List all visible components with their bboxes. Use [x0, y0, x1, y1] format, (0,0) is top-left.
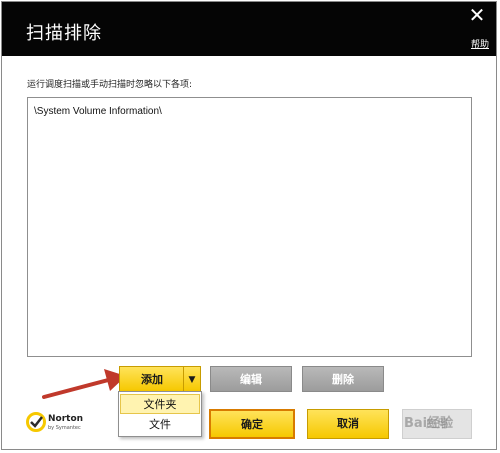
norton-sub: by Symantec: [48, 425, 81, 431]
norton-logo: Norton by Symantec: [26, 412, 96, 436]
list-item[interactable]: \System Volume Information\: [34, 106, 162, 117]
instruction-label: 运行调度扫描或手动扫描时忽略以下各项:: [27, 80, 193, 90]
edit-button[interactable]: 编辑: [210, 366, 292, 392]
menu-item-file[interactable]: 文件: [120, 415, 200, 435]
norton-name: Norton: [48, 414, 84, 424]
add-menu: 文件夹 文件: [118, 391, 202, 437]
delete-button[interactable]: 删除: [302, 366, 384, 392]
watermark: Bai经验: [404, 416, 454, 431]
dialog-title: 扫描排除: [26, 23, 102, 44]
ok-button[interactable]: 确定: [209, 409, 295, 439]
help-link[interactable]: 帮助: [471, 37, 489, 50]
menu-item-folder[interactable]: 文件夹: [120, 394, 200, 414]
add-button[interactable]: 添加: [119, 366, 185, 392]
add-dropdown-arrow-icon[interactable]: ▼: [183, 366, 201, 392]
cancel-button[interactable]: 取消: [307, 409, 389, 439]
dialog-window: 扫描排除 ✕ 帮助 运行调度扫描或手动扫描时忽略以下各项: \System Vo…: [1, 1, 497, 450]
exclusion-list[interactable]: \System Volume Information\: [27, 97, 472, 357]
close-icon[interactable]: ✕: [466, 4, 488, 26]
dialog-header: 扫描排除 ✕ 帮助: [2, 2, 496, 56]
norton-check-icon: [26, 412, 46, 432]
